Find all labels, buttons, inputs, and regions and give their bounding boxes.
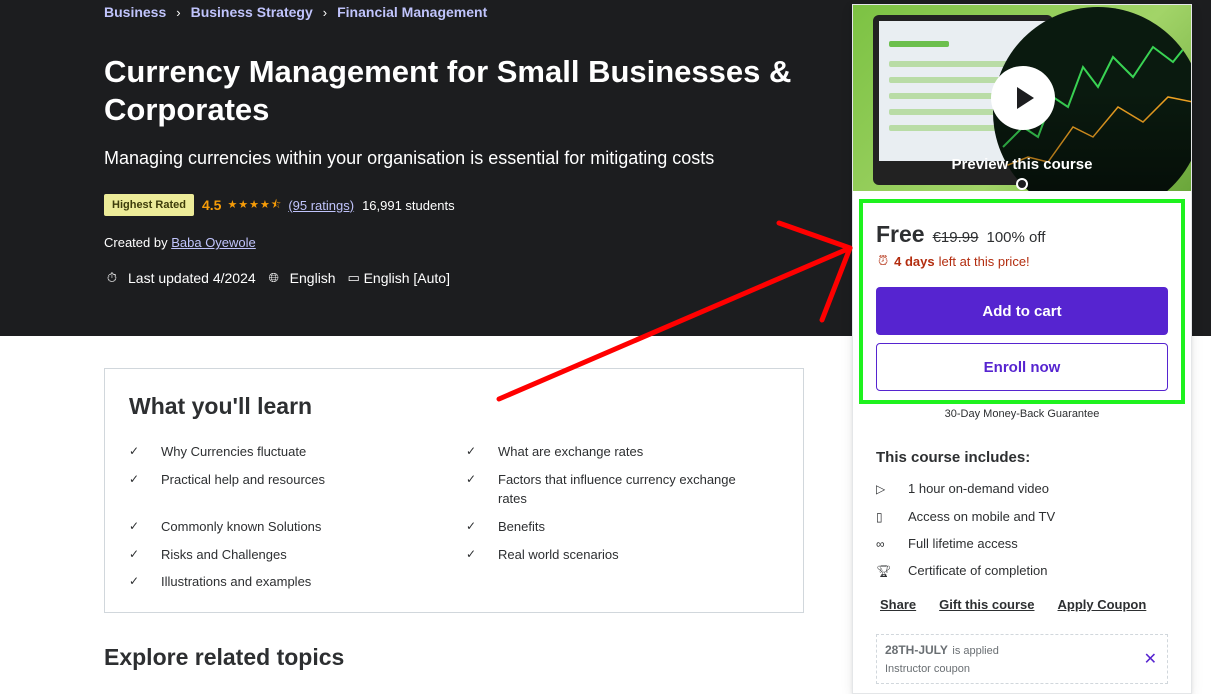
original-price: €19.99 [932,229,979,246]
play-icon[interactable] [991,66,1055,130]
captions-icon: ▭ [347,270,360,285]
breadcrumb: Business › Business Strategy › Financial… [104,4,487,20]
money-back-guarantee: 30-Day Money-Back Guarantee [944,408,1100,420]
enroll-now-button[interactable]: Enroll now [876,343,1168,391]
infinity-icon: ∞ [876,536,885,551]
alert-clock-icon: ⏱ [106,270,118,285]
breadcrumb-business-strategy[interactable]: Business Strategy [191,4,313,20]
learn-heading: What you'll learn [129,393,313,419]
applied-coupon: 28TH-JULY is applied Instructor coupon ✕ [876,634,1168,684]
purchase-sidebar: Preview this course Free €19.99 100% off… [852,4,1192,694]
current-price: Free [876,221,925,247]
breadcrumb-business[interactable]: Business [104,4,166,20]
course-title: Currency Management for Small Businesses… [104,54,792,127]
created-by: Created by Baba Oyewole [104,235,256,250]
check-icon: ✓ [129,519,140,533]
check-icon: ✓ [129,444,140,458]
check-icon: ✓ [466,472,477,486]
learn-item: ✓ Illustrations and examples [129,574,312,589]
learn-item: ✓ Commonly known Solutions [129,519,322,534]
preview-indicator-dot [1016,178,1028,190]
include-item: ▷ 1 hour on-demand video [876,481,1049,496]
breadcrumb-financial-management[interactable]: Financial Management [337,4,487,20]
timer-text: left at this price! [938,253,1030,269]
learn-item: ✓ What are exchange rates [466,444,644,459]
price-row: Free €19.99 100% off [876,221,1045,248]
language: English [289,270,336,286]
trophy-icon: 🏆︎ [876,563,892,578]
coupon-code: 28TH-JULY [885,643,948,657]
coupon-applied-text: is applied [952,645,999,657]
discount-percent: 100% off [986,229,1046,246]
course-subtitle: Managing currencies within your organisa… [104,148,715,168]
globe-icon: 🌐︎ [268,270,279,285]
close-icon[interactable]: ✕ [1144,649,1157,669]
apply-coupon-link[interactable]: Apply Coupon [1058,597,1147,612]
ratings-link[interactable]: (95 ratings) [288,198,354,213]
include-item: ∞ Full lifetime access [876,536,1018,551]
learn-item: ✓ Risks and Challenges [129,547,287,562]
students-count: 16,991 students [362,197,455,213]
check-icon: ✓ [129,472,140,486]
learn-item: ✓ Factors that influence currency exchang… [466,472,736,506]
mobile-icon: ▯ [876,509,883,524]
course-preview[interactable]: Preview this course [853,5,1191,191]
what-youll-learn: What you'll learn ✓ Why Currencies fluctu… [104,368,804,613]
alarm-clock-icon: ⏰︎ [878,253,889,268]
captions: English [Auto] [363,270,450,286]
price-timer: ⏰︎ 4 days left at this price! [878,253,1030,269]
include-item: 🏆︎ Certificate of completion [876,563,1048,578]
rating-row: Highest Rated 4.5 ★★★★⯪ (95 ratings) 16,… [104,194,455,216]
include-item: ▯ Access on mobile and TV [876,509,1056,524]
rating-number: 4.5 [201,197,222,213]
check-icon: ✓ [129,574,140,588]
learn-item: ✓ Benefits [466,519,545,534]
share-link[interactable]: Share [880,597,916,612]
created-by-label: Created by [104,235,168,250]
video-icon: ▷ [876,481,886,496]
course-meta: ⏱ Last updated 4/2024 🌐︎ English ▭ Engli… [104,270,460,286]
learn-item: ✓ Practical help and resources [129,472,326,487]
coupon-type: Instructor coupon [885,663,970,675]
sidebar-links: Share Gift this course Apply Coupon [880,597,1169,612]
check-icon: ✓ [466,547,477,561]
instructor-link[interactable]: Baba Oyewole [171,235,256,250]
chevron-right-icon: › [322,4,328,20]
includes-heading: This course includes: [876,449,1031,466]
learn-item: ✓ Real world scenarios [466,547,619,562]
gift-course-link[interactable]: Gift this course [939,597,1034,612]
check-icon: ✓ [466,519,477,533]
timer-days: 4 days [894,253,935,269]
explore-related-heading: Explore related topics [104,644,345,670]
highest-rated-badge: Highest Rated [104,194,194,216]
preview-label: Preview this course [951,156,1093,173]
add-to-cart-button[interactable]: Add to cart [876,287,1168,335]
chevron-right-icon: › [176,4,181,20]
check-icon: ✓ [466,444,477,458]
learn-item: ✓ Why Currencies fluctuate [129,444,307,459]
last-updated: Last updated 4/2024 [128,270,256,286]
star-rating-icon: ★★★★⯪ [227,198,283,211]
check-icon: ✓ [129,547,140,561]
